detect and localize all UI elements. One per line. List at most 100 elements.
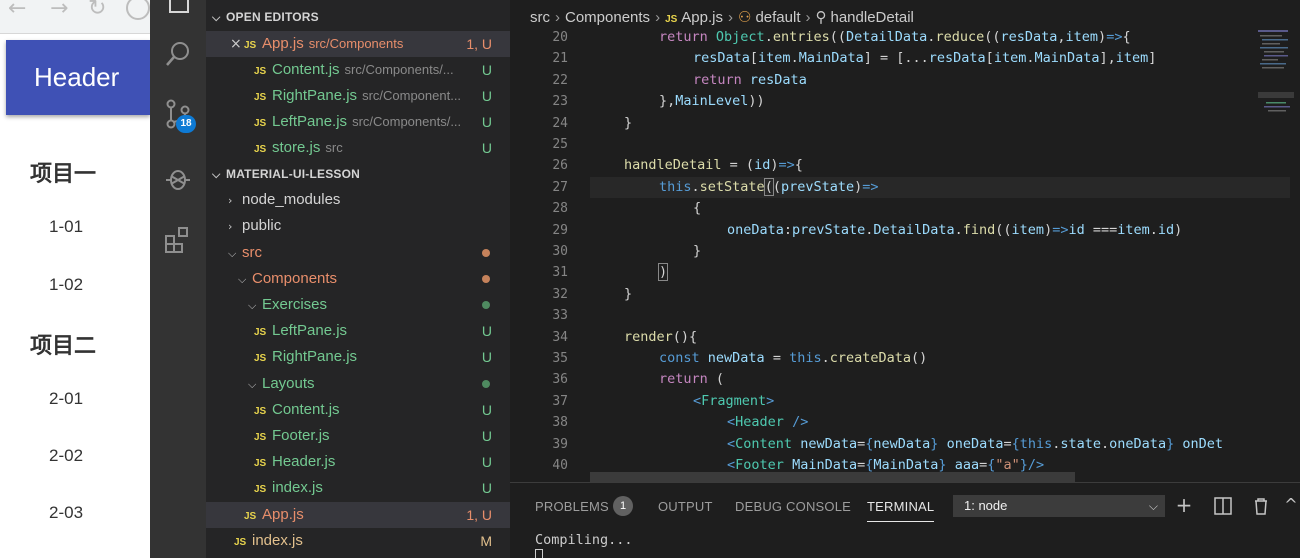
chevron-down-icon: ⌵ bbox=[248, 378, 257, 391]
files-icon[interactable] bbox=[162, 0, 194, 18]
tab-terminal[interactable]: TERMINAL bbox=[867, 499, 935, 522]
file-path: src bbox=[325, 140, 343, 155]
reload-icon[interactable]: ↻ bbox=[88, 0, 106, 20]
tree-file-selected[interactable]: JS App.js 1, U bbox=[206, 502, 510, 528]
js-file-icon: JS bbox=[244, 40, 257, 51]
horizontal-scrollbar[interactable] bbox=[590, 472, 1075, 482]
minimap[interactable] bbox=[1258, 30, 1294, 130]
js-file-icon: JS bbox=[254, 327, 267, 338]
list-item[interactable]: 2-03 bbox=[49, 503, 83, 523]
tree-file[interactable]: JS Header.js U bbox=[206, 449, 510, 475]
code-editor[interactable]: src › Components › JS App.js › ⚇ default › ⚲ handle… bbox=[510, 0, 1300, 482]
list-item[interactable]: 1-02 bbox=[49, 275, 83, 295]
terminal-output[interactable]: Compiling... bbox=[535, 532, 633, 548]
line-number: 38 bbox=[552, 415, 568, 431]
site-info-icon[interactable] bbox=[126, 0, 150, 20]
list-item[interactable]: 1-01 bbox=[49, 217, 83, 237]
tree-file[interactable]: JS LeftPane.js U bbox=[206, 318, 510, 344]
breadcrumb-item[interactable]: handleDetail bbox=[831, 9, 914, 26]
tab-debug-console[interactable]: DEBUG CONSOLE bbox=[735, 499, 851, 514]
chevron-right-icon: › bbox=[555, 9, 560, 26]
tree-file[interactable]: JS index.js U bbox=[206, 475, 510, 501]
chevron-down-icon: ⌵ bbox=[1148, 499, 1158, 513]
folder-name: src bbox=[242, 244, 262, 261]
bottom-panel: PROBLEMS 1 OUTPUT DEBUG CONSOLE TERMINAL… bbox=[510, 482, 1300, 558]
list-group-title: 项目二 bbox=[30, 334, 97, 359]
project-title: MATERIAL-UI-LESSON bbox=[226, 167, 361, 181]
chevron-right-icon: › bbox=[228, 194, 233, 207]
breadcrumb-item[interactable]: default bbox=[755, 9, 800, 26]
open-editor-item[interactable]: × JS App.js src/Components 1, U bbox=[206, 31, 510, 57]
tree-folder[interactable]: ⌵ Exercises bbox=[206, 292, 510, 318]
code-line: } bbox=[624, 285, 633, 302]
tree-folder[interactable]: › public bbox=[206, 213, 510, 239]
open-editor-item[interactable]: JS RightPane.js src/Component... U bbox=[206, 83, 510, 109]
chevron-right-icon: › bbox=[655, 9, 661, 26]
breadcrumb-item[interactable]: App.js bbox=[681, 9, 723, 26]
tree-file[interactable]: JS RightPane.js U bbox=[206, 344, 510, 370]
trash-icon[interactable] bbox=[1250, 495, 1272, 517]
code-line: <Fragment> bbox=[693, 392, 775, 409]
line-number: 27 bbox=[552, 179, 568, 195]
breadcrumb-item[interactable]: Components bbox=[565, 9, 650, 26]
search-icon[interactable] bbox=[162, 38, 194, 70]
code-line: resData[item.MainData] = [...resData[ite… bbox=[693, 50, 1157, 67]
line-number: 26 bbox=[552, 158, 568, 174]
project-header[interactable]: ⌵ MATERIAL-UI-LESSON bbox=[206, 161, 510, 187]
js-file-icon: JS bbox=[254, 406, 267, 417]
file-name: Content.js bbox=[272, 401, 340, 418]
open-editor-item[interactable]: JS LeftPane.js src/Components/... U bbox=[206, 109, 510, 135]
breadcrumb-item[interactable]: src bbox=[530, 9, 550, 26]
line-number: 31 bbox=[552, 265, 568, 281]
tree-file[interactable]: JS index.js M bbox=[206, 528, 510, 554]
open-editor-item[interactable]: JS store.js src U bbox=[206, 135, 510, 161]
line-number: 22 bbox=[552, 72, 568, 88]
tree-folder[interactable]: › node_modules bbox=[206, 187, 510, 213]
browser-window: ← → ↻ Header 项目一 1-01 1-02 项目二 2-01 2-02… bbox=[0, 0, 150, 558]
tree-file[interactable]: JS Footer.js U bbox=[206, 423, 510, 449]
js-file-icon: JS bbox=[254, 92, 267, 103]
js-file-icon: JS bbox=[254, 66, 267, 77]
close-icon[interactable]: × bbox=[230, 31, 244, 57]
file-path: src/Components/... bbox=[344, 62, 454, 77]
code-line: } bbox=[693, 243, 702, 259]
add-terminal-icon[interactable]: + bbox=[1173, 495, 1195, 517]
file-name: index.js bbox=[252, 532, 303, 549]
tab-problems[interactable]: PROBLEMS bbox=[535, 499, 609, 514]
line-number: 39 bbox=[552, 436, 568, 452]
tab-output[interactable]: OUTPUT bbox=[658, 499, 713, 514]
git-status: U bbox=[481, 428, 492, 444]
file-name: index.js bbox=[272, 479, 323, 496]
git-status: U bbox=[481, 480, 492, 496]
git-status: 1, U bbox=[466, 36, 492, 52]
back-arrow-icon[interactable]: ← bbox=[8, 0, 26, 20]
open-editors-header[interactable]: ⌵ OPEN EDITORS bbox=[206, 4, 510, 30]
code-line: },MainLevel)) bbox=[659, 93, 765, 110]
tree-folder[interactable]: ⌵ Components bbox=[206, 266, 510, 292]
list-item[interactable]: 2-02 bbox=[49, 446, 83, 466]
split-terminal-icon[interactable] bbox=[1212, 495, 1234, 517]
code-line: return ( bbox=[659, 371, 725, 388]
git-status: U bbox=[481, 349, 492, 365]
list-item[interactable]: 2-01 bbox=[49, 389, 83, 409]
chevron-up-icon[interactable]: ^ bbox=[1280, 495, 1300, 517]
tree-folder[interactable]: ⌵ Layouts bbox=[206, 371, 510, 397]
chevron-down-icon: ⌵ bbox=[248, 299, 257, 312]
line-number: 32 bbox=[552, 286, 568, 302]
forward-arrow-icon[interactable]: → bbox=[50, 0, 68, 20]
terminal-selector[interactable]: 1: node ⌵ bbox=[953, 495, 1165, 517]
tree-folder[interactable]: ⌵ src bbox=[206, 240, 510, 266]
line-number: 37 bbox=[552, 393, 568, 409]
code-line: oneData:prevState.DetailData.find((item)… bbox=[727, 221, 1183, 238]
code-line: return resData bbox=[693, 71, 807, 88]
extensions-icon[interactable] bbox=[162, 224, 194, 256]
open-editor-item[interactable]: JS Content.js src/Components/... U bbox=[206, 57, 510, 83]
js-file-icon: JS bbox=[234, 537, 247, 548]
chevron-right-icon: › bbox=[228, 220, 233, 233]
line-number: 29 bbox=[552, 222, 568, 238]
tree-file[interactable]: JS Content.js U bbox=[206, 397, 510, 423]
js-file-icon: JS bbox=[244, 511, 257, 522]
folder-name: Exercises bbox=[262, 296, 328, 313]
line-number: 23 bbox=[552, 94, 568, 110]
debug-icon[interactable] bbox=[162, 162, 194, 194]
